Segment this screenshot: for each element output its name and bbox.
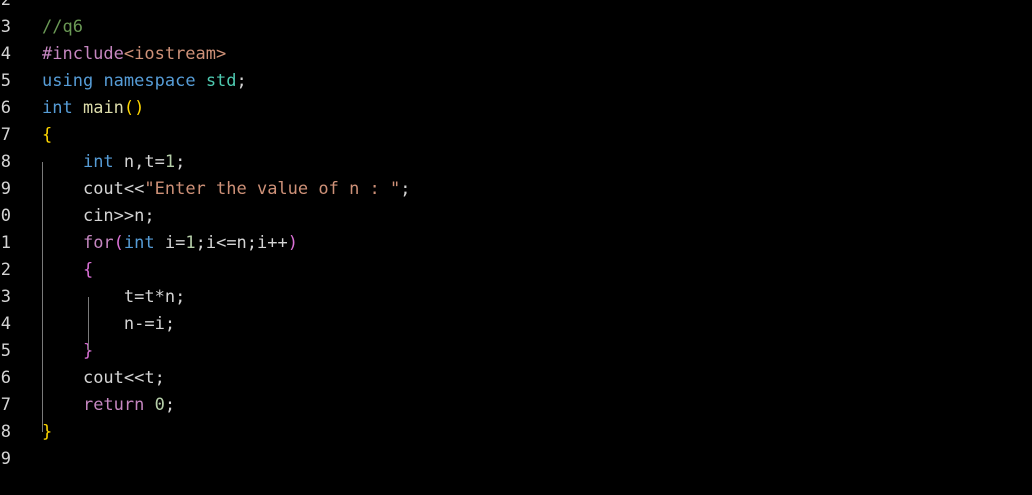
code-line[interactable]: { bbox=[42, 257, 93, 284]
code-token: 0 bbox=[154, 395, 165, 415]
code-token: n,t= bbox=[113, 152, 165, 172]
code-line[interactable]: { bbox=[42, 122, 52, 149]
code-token: ;i<=n;i++ bbox=[195, 233, 288, 253]
code-token: ; bbox=[236, 71, 247, 91]
code-token: using bbox=[42, 71, 94, 91]
code-token: { bbox=[42, 125, 53, 145]
code-token: cout<< bbox=[82, 179, 145, 199]
code-token: ( bbox=[113, 233, 124, 253]
code-token: int bbox=[123, 233, 155, 253]
code-token: namespace bbox=[103, 71, 196, 91]
code-token: <iostream> bbox=[123, 44, 227, 64]
code-token: ; bbox=[164, 395, 176, 415]
code-token: for bbox=[82, 233, 114, 253]
code-area[interactable]: //q6 #include<iostream> using namespace st… bbox=[0, 0, 1032, 495]
code-line[interactable]: using namespace std; bbox=[42, 68, 247, 95]
code-token: int bbox=[42, 98, 73, 118]
code-line[interactable]: } bbox=[42, 338, 93, 365]
code-token: cout<<t; bbox=[82, 368, 165, 388]
code-line[interactable]: #include<iostream> bbox=[42, 41, 226, 68]
code-token: ; bbox=[400, 179, 411, 199]
code-token: int bbox=[82, 152, 114, 172]
code-token: main bbox=[82, 98, 124, 118]
code-editor[interactable]: 234567890123456789 //q6 #include<iostream… bbox=[0, 0, 1032, 495]
code-token: "Enter the value of n : " bbox=[144, 179, 401, 199]
code-line[interactable]: t=t*n; bbox=[42, 284, 185, 311]
code-token: n-=i; bbox=[123, 314, 176, 334]
code-line[interactable]: cin>>n; bbox=[42, 203, 155, 230]
code-token: std bbox=[205, 71, 237, 91]
code-token: { bbox=[82, 260, 94, 280]
code-line[interactable]: n-=i; bbox=[42, 311, 175, 338]
code-token: t=t*n; bbox=[123, 287, 186, 307]
code-line[interactable]: return 0; bbox=[42, 392, 175, 419]
code-line[interactable]: //q6 bbox=[42, 14, 83, 41]
code-line[interactable]: for(int i=1;i<=n;i++) bbox=[42, 230, 298, 257]
code-token: i= bbox=[154, 233, 186, 253]
code-token: () bbox=[123, 98, 145, 118]
code-line[interactable]: cout<<t; bbox=[42, 365, 165, 392]
code-token: ; bbox=[175, 152, 186, 172]
code-line[interactable]: int n,t=1; bbox=[42, 149, 185, 176]
indent-guide-for bbox=[88, 297, 89, 351]
code-token: cin>>n; bbox=[82, 206, 155, 226]
code-token: 1 bbox=[164, 152, 176, 172]
code-token: 1 bbox=[185, 233, 196, 253]
code-token: return bbox=[82, 395, 145, 415]
code-line[interactable]: } bbox=[42, 419, 52, 446]
code-line[interactable]: int main() bbox=[42, 95, 144, 122]
code-token: ) bbox=[287, 233, 298, 253]
code-token: } bbox=[42, 422, 53, 442]
code-line[interactable]: cout<<"Enter the value of n : "; bbox=[42, 176, 411, 203]
code-token: #include bbox=[42, 44, 124, 64]
indent-guide-main bbox=[42, 162, 43, 432]
code-token: //q6 bbox=[42, 17, 83, 37]
